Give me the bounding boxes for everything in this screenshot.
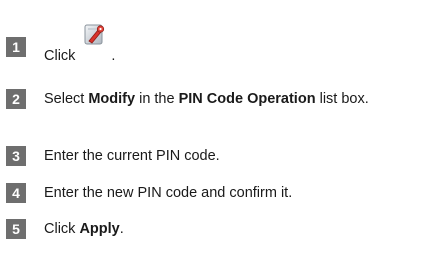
step-2-text-part: in the (135, 91, 179, 107)
step-number-4: 4 (6, 183, 26, 203)
step-number-2: 2 (6, 89, 26, 109)
step-number-3: 3 (6, 146, 26, 166)
pin-code-operation-label: PIN Code Operation (178, 91, 316, 107)
step-1-click-label: Click (44, 48, 76, 64)
step-2-text-part: list box. (315, 91, 369, 107)
step-text-3: Enter the current PIN code. (44, 148, 220, 164)
step-text-1: Click . (44, 24, 419, 67)
step-text-4: Enter the new PIN code and confirm it. (44, 185, 293, 201)
step-text-5: Click Apply. (44, 218, 419, 240)
step-number-1: 1 (6, 37, 26, 57)
step-1-period: . (111, 48, 116, 64)
step-2-text-part: Select (44, 91, 89, 107)
pin-settings-icon (83, 22, 107, 46)
step-text-2: Select Modify in the PIN Code Operation … (44, 88, 419, 110)
apply-button-label: Apply (79, 221, 120, 237)
step-5-text-part: . (119, 221, 124, 237)
step-number-5: 5 (6, 219, 26, 239)
modify-option-label: Modify (88, 91, 136, 107)
step-5-text-part: Click (44, 221, 80, 237)
